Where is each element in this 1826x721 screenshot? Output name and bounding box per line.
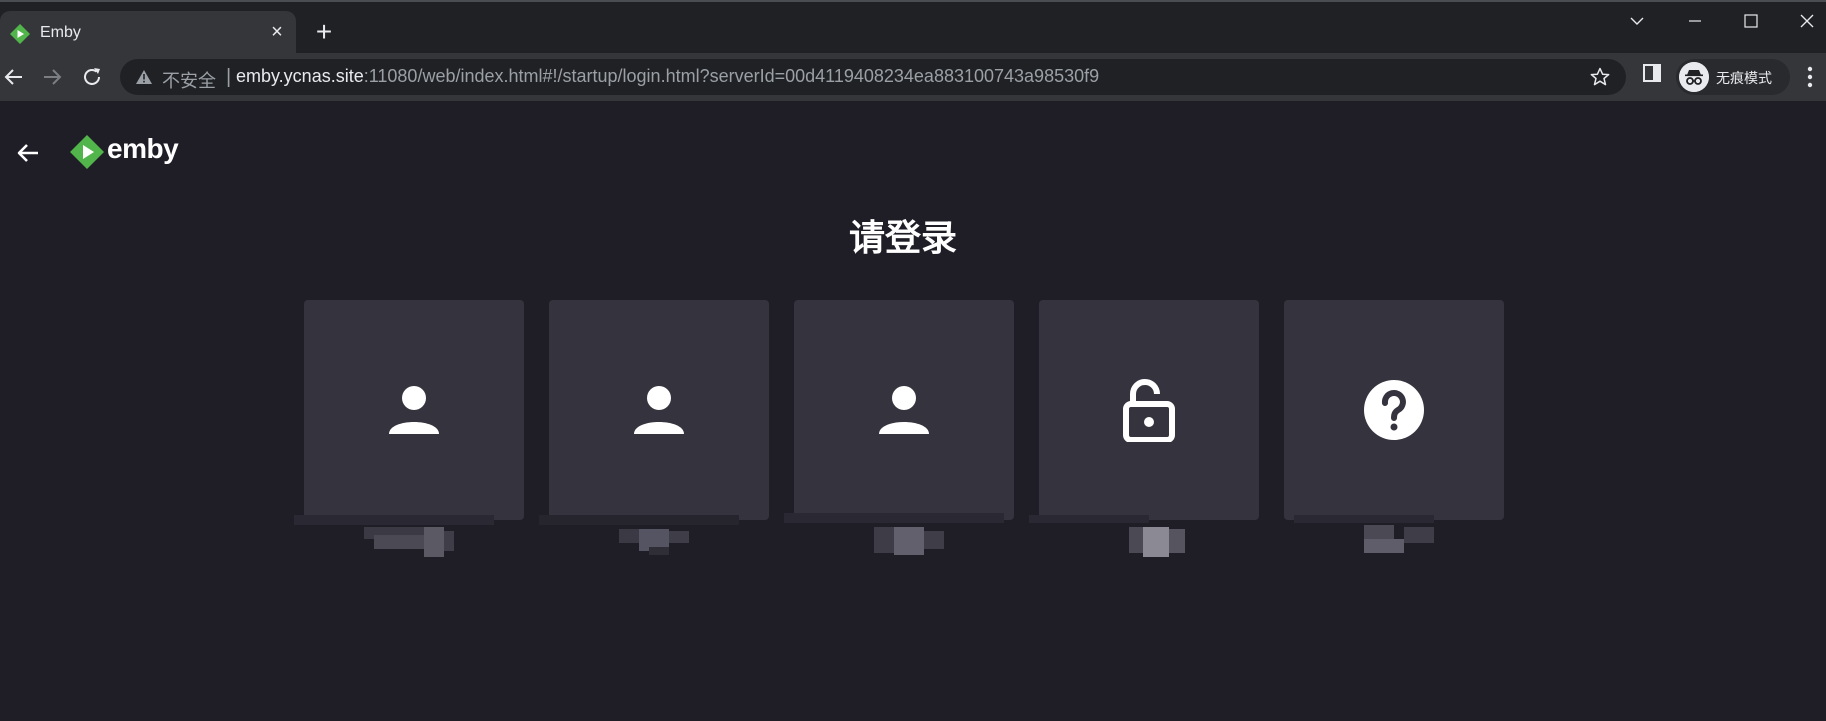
tab-search-icon[interactable] <box>1616 8 1660 34</box>
tab-title: Emby <box>40 24 81 41</box>
bookmark-star-icon[interactable] <box>1590 67 1610 87</box>
page-title: 请登录 <box>848 217 957 258</box>
close-window-icon[interactable] <box>1786 8 1826 34</box>
person-icon <box>634 386 684 434</box>
person-icon <box>879 386 929 434</box>
more-menu-icon[interactable] <box>1806 65 1814 89</box>
reload-icon[interactable] <box>78 63 106 91</box>
url-text[interactable]: emby.ycnas.site:11080/web/index.html#!/s… <box>236 66 1099 87</box>
incognito-icon <box>1679 62 1709 92</box>
person-icon <box>389 386 439 434</box>
obscured-username <box>784 513 1004 555</box>
help-icon <box>1364 380 1424 440</box>
obscured-username <box>1029 515 1185 557</box>
help-card[interactable] <box>1284 300 1504 520</box>
obscured-username <box>1294 515 1434 553</box>
user-card[interactable] <box>549 300 769 520</box>
url-path: :11080/web/index.html#!/startup/login.ht… <box>363 66 1100 86</box>
forward-nav-icon[interactable] <box>38 63 66 91</box>
url-host: emby.ycnas.site <box>236 66 364 86</box>
new-tab-button[interactable]: + <box>310 18 338 46</box>
back-nav-icon[interactable] <box>0 63 28 91</box>
window-top-border <box>0 0 1826 2</box>
obscured-username <box>294 515 494 557</box>
browser-chrome: Emby × + 不安全 | emby.ycnas.site:11080/web… <box>0 0 1826 101</box>
incognito-label: 无痕模式 <box>1716 70 1772 86</box>
emby-login-page: emby 请登录 <box>0 101 1826 721</box>
manual-login-card[interactable] <box>1039 300 1259 520</box>
emby-favicon-icon <box>10 24 30 44</box>
logo-text: emby <box>107 133 179 164</box>
incognito-profile-button[interactable]: 无痕模式 <box>1676 59 1790 95</box>
minimize-icon[interactable] <box>1674 8 1718 34</box>
emby-logo-icon <box>70 135 104 169</box>
side-panel-icon[interactable] <box>1642 63 1662 83</box>
browser-tab[interactable]: Emby × <box>0 11 296 53</box>
lock-open-icon <box>1123 379 1175 442</box>
user-card[interactable] <box>304 300 524 520</box>
obscured-username <box>539 515 739 555</box>
maximize-icon[interactable] <box>1730 8 1774 34</box>
user-card[interactable] <box>794 300 1014 520</box>
tab-close-icon[interactable]: × <box>266 21 288 43</box>
security-label[interactable]: 不安全 <box>162 67 216 93</box>
address-bar[interactable]: 不安全 | emby.ycnas.site:11080/web/index.ht… <box>120 59 1626 95</box>
url-separator: | <box>226 66 232 88</box>
back-arrow-icon[interactable] <box>14 139 42 167</box>
warning-icon <box>136 70 152 84</box>
browser-toolbar: 不安全 | emby.ycnas.site:11080/web/index.ht… <box>0 53 1826 101</box>
user-list <box>294 300 1504 600</box>
